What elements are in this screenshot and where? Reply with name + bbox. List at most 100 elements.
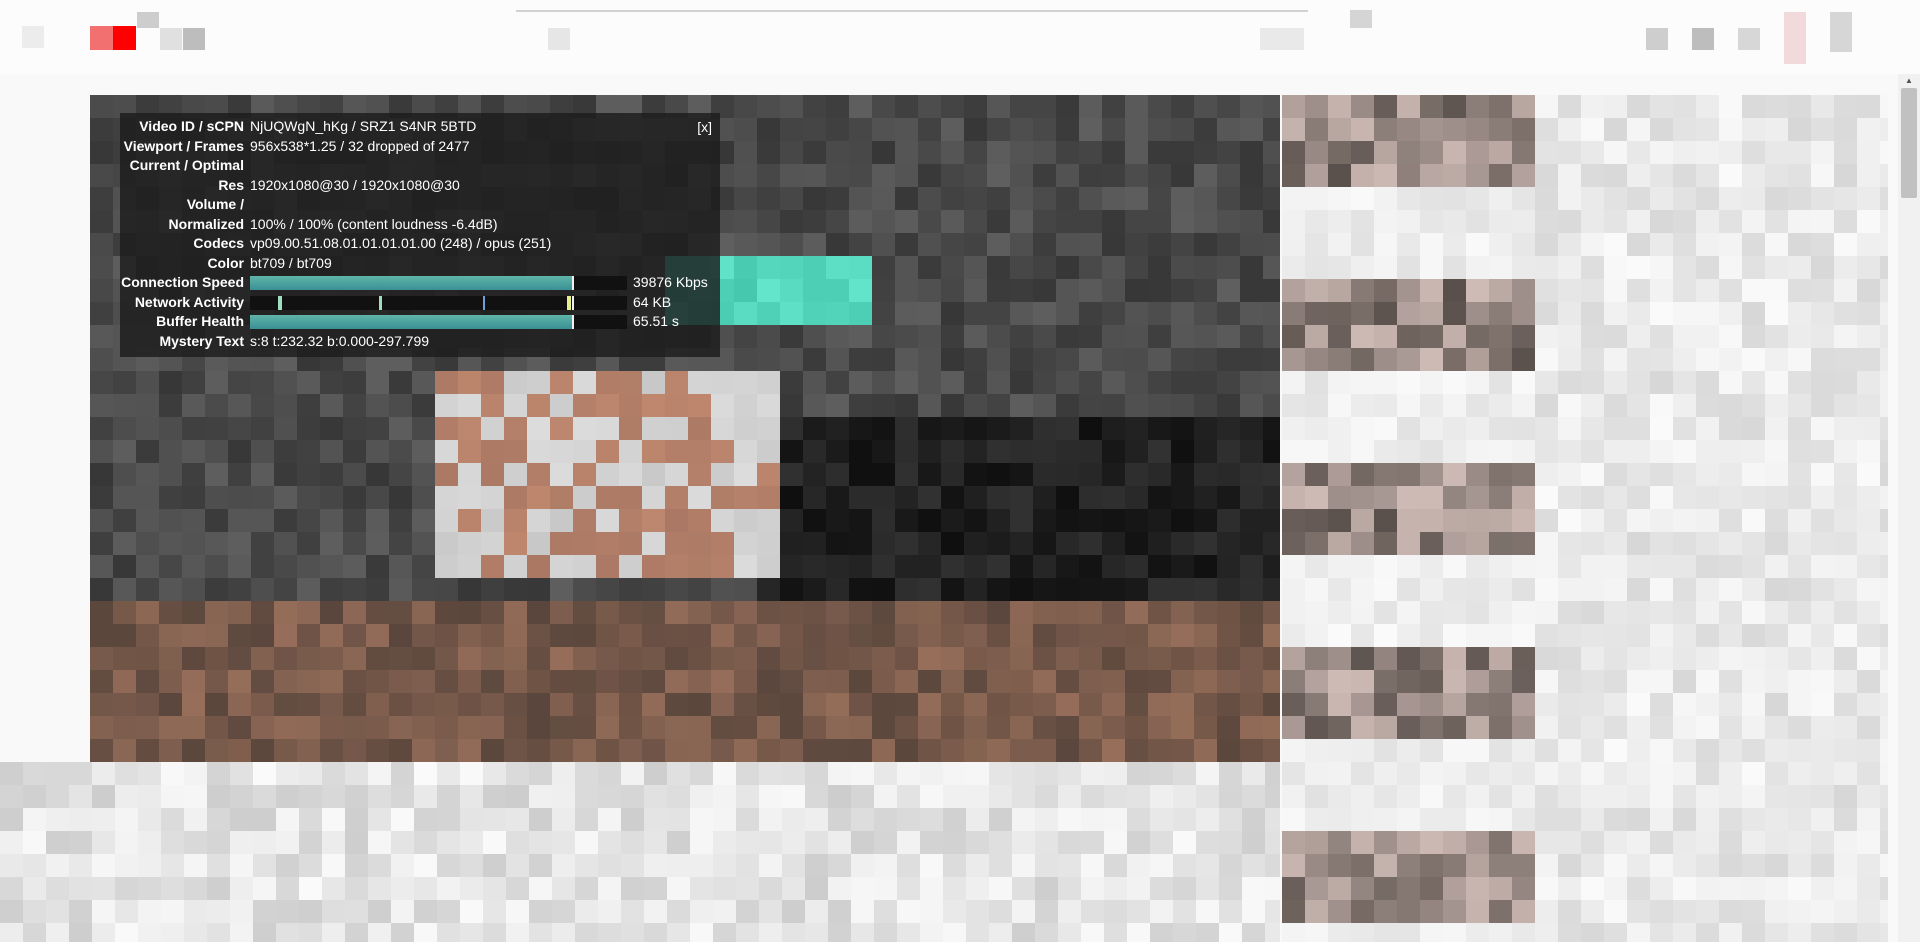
pixel-block — [1150, 923, 1173, 942]
pixel-block — [481, 486, 504, 509]
pixel-block — [1374, 555, 1397, 578]
pixel-block — [1420, 785, 1443, 808]
pixel-block — [1263, 256, 1280, 279]
pixel-block — [1719, 463, 1742, 486]
pixel-block — [207, 762, 230, 785]
pixel-block — [941, 95, 964, 118]
pixel-block — [1282, 578, 1305, 601]
pixel-block — [90, 670, 113, 693]
pixel-block — [920, 785, 943, 808]
pixel-block — [1305, 164, 1328, 187]
stats-row-buffer-health: Buffer Health 65.51 s — [120, 312, 720, 332]
scroll-thumb[interactable] — [1901, 88, 1917, 198]
page-scrollbar[interactable]: ▲ — [1898, 74, 1920, 942]
pixel-block — [941, 532, 964, 555]
pixel-block — [1489, 624, 1512, 647]
pixel-block — [803, 486, 826, 509]
apps-icon[interactable] — [1692, 28, 1714, 50]
pixel-block — [1489, 808, 1512, 831]
pixel-block — [1125, 624, 1148, 647]
pixel-block — [1535, 762, 1558, 785]
account-icon[interactable] — [1830, 12, 1852, 52]
pixel-block — [1857, 900, 1880, 923]
pixel-block — [1489, 233, 1512, 256]
pixel-block — [343, 394, 366, 417]
voice-search-icon[interactable] — [1350, 10, 1372, 28]
pixel-block — [803, 440, 826, 463]
pixel-block — [851, 900, 874, 923]
pixel-block — [113, 417, 136, 440]
pixel-block — [1305, 210, 1328, 233]
pixel-block — [734, 164, 757, 187]
pixel-block — [1351, 601, 1374, 624]
pixel-block — [1466, 854, 1489, 877]
graph-separator — [572, 276, 574, 291]
pixel-block — [1056, 486, 1079, 509]
pixel-block — [1443, 854, 1466, 877]
pixel-block — [782, 762, 805, 785]
pixel-block — [1627, 463, 1650, 486]
pixel-block — [849, 578, 872, 601]
pixel-block — [757, 463, 780, 486]
pixel-block — [506, 877, 529, 900]
pixel-block — [573, 716, 596, 739]
pixel-block — [872, 348, 895, 371]
scroll-up-icon[interactable]: ▲ — [1898, 74, 1920, 88]
pixel-block — [251, 647, 274, 670]
pixel-block — [1650, 394, 1673, 417]
pixel-block — [1535, 739, 1558, 762]
pixel-block — [826, 532, 849, 555]
pixel-block — [1058, 808, 1081, 831]
pixel-block — [1171, 279, 1194, 302]
pixel-block — [1263, 463, 1280, 486]
pixel-block — [1056, 187, 1079, 210]
pixel-block — [297, 486, 320, 509]
pixel-block — [458, 716, 481, 739]
pixel-block — [1282, 762, 1305, 785]
pixel-block — [1719, 371, 1742, 394]
pixel-block — [1719, 900, 1742, 923]
graph-separator — [572, 315, 574, 330]
pixel-block — [826, 348, 849, 371]
pixel-block — [1148, 440, 1171, 463]
pixel-block — [1834, 578, 1857, 601]
pixel-block — [1171, 693, 1194, 716]
pixel-block — [1148, 463, 1171, 486]
menu-icon[interactable] — [22, 26, 44, 48]
close-icon[interactable]: [x] — [697, 119, 712, 135]
pixel-block — [136, 463, 159, 486]
youtube-logo-icon[interactable] — [90, 26, 136, 50]
pixel-block — [849, 440, 872, 463]
pixel-block — [1420, 417, 1443, 440]
pixel-block — [1102, 302, 1125, 325]
pixel-block — [1535, 187, 1558, 210]
pixel-block — [1857, 118, 1880, 141]
pixel-block — [1719, 877, 1742, 900]
notifications-icon[interactable] — [1738, 28, 1760, 50]
pixel-block — [1240, 486, 1263, 509]
pixel-block — [1033, 371, 1056, 394]
pixel-block — [828, 762, 851, 785]
pixel-block — [851, 785, 874, 808]
pixel-block — [1489, 785, 1512, 808]
search-icon[interactable] — [1260, 28, 1304, 50]
pixel-block — [1420, 463, 1443, 486]
pixel-block — [803, 739, 826, 762]
search-box-edge[interactable] — [548, 28, 570, 50]
pixel-block — [1263, 716, 1280, 739]
pixel-block — [228, 670, 251, 693]
pixel-block — [757, 256, 780, 279]
pixel-block — [1581, 118, 1604, 141]
avatar[interactable] — [1784, 12, 1806, 64]
pixel-block — [343, 739, 366, 762]
pixel-block — [1696, 440, 1719, 463]
pixel-block — [1351, 187, 1374, 210]
pixel-block — [1880, 854, 1903, 877]
pixel-block — [1880, 302, 1903, 325]
pixel-block — [1581, 164, 1604, 187]
pixel-block — [826, 302, 849, 325]
stats-value: 100% / 100% (content loudness -6.4dB) — [250, 215, 498, 232]
create-icon[interactable] — [1646, 28, 1668, 50]
pixel-block — [1079, 302, 1102, 325]
pixel-block — [1102, 647, 1125, 670]
